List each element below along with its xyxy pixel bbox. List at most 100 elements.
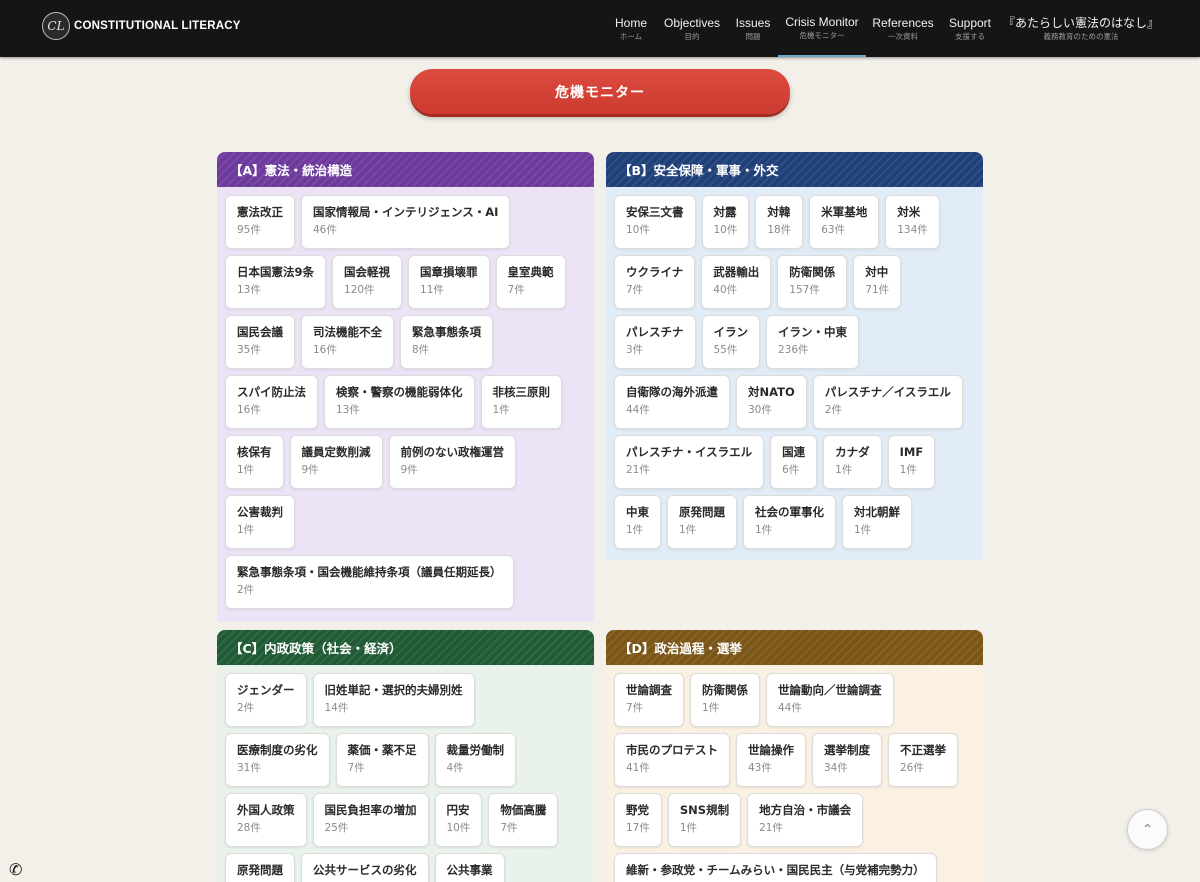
topic-tag[interactable]: 武器輸出 40件: [701, 255, 772, 309]
topic-tag[interactable]: 物価高騰 7件: [488, 793, 559, 847]
topic-tag[interactable]: 安保三文書 10件: [614, 195, 696, 249]
topic-tag[interactable]: 世論動向／世論調査 44件: [766, 673, 894, 727]
topic-tag-label: 円安: [446, 803, 470, 817]
topic-tag[interactable]: 国民会議 35件: [225, 315, 295, 369]
crisis-monitor-button[interactable]: 危機モニター: [410, 69, 790, 114]
topic-tag[interactable]: 緊急事態条項・国会機能維持条項（議員任期延長） 2件: [225, 555, 514, 609]
panel-c-title: 【C】内政政策（社会・経済）: [217, 630, 594, 665]
topic-tag[interactable]: 野党 17件: [614, 793, 662, 847]
topic-tag-label: ジェンダー: [237, 683, 295, 697]
nav-issues[interactable]: Issues 問題: [733, 0, 773, 57]
topic-tag[interactable]: 原発問題: [225, 853, 295, 882]
topic-tag[interactable]: 旧姓単記・選択的夫婦別姓 14件: [312, 673, 475, 727]
topic-tag[interactable]: 皇室典範 7件: [495, 255, 566, 309]
topic-tag[interactable]: パレスチナ／イスラエル 2件: [812, 375, 963, 429]
panel-d-title: 【D】政治過程・選挙: [606, 630, 983, 665]
topic-tag[interactable]: カナダ 1件: [823, 435, 882, 489]
topic-tag[interactable]: 国会軽視 120件: [332, 255, 403, 309]
topic-tag[interactable]: 中東 1件: [614, 495, 661, 549]
topic-tag-count: 236件: [778, 344, 809, 356]
topic-tag[interactable]: 対北朝鮮 1件: [842, 495, 912, 549]
topic-tag-label: 司法機能不全: [313, 325, 382, 339]
topic-tag[interactable]: 対NATO 30件: [736, 375, 807, 429]
topic-tag[interactable]: 防衛関係 157件: [777, 255, 848, 309]
topic-tag-count: 34件: [824, 762, 848, 774]
nav-support[interactable]: Support 支援する: [946, 0, 994, 57]
topic-tag[interactable]: 検察・警察の機能弱体化 13件: [324, 375, 475, 429]
topic-tag-label: 裁量労働制: [446, 743, 505, 757]
topic-tag-count: 63件: [821, 224, 846, 236]
topic-tag[interactable]: 裁量労働制 4件: [434, 733, 516, 787]
nav-label: 『あたらしい憲法のはなし』: [1003, 15, 1160, 30]
topic-tag[interactable]: 国連 6件: [770, 435, 818, 489]
topic-tag[interactable]: 対露 10件: [701, 195, 750, 249]
phone-icon[interactable]: ✆: [9, 860, 22, 879]
topic-tag[interactable]: 憲法改正 95件: [225, 195, 295, 249]
topic-tag-count: 46件: [313, 224, 337, 236]
topic-tag-count: 134件: [897, 224, 928, 236]
topic-tag-label: 原発問題: [237, 863, 283, 877]
topic-tag[interactable]: 公共事業: [434, 853, 505, 882]
topic-tag[interactable]: 市民のプロテスト 41件: [614, 733, 730, 787]
topic-tag[interactable]: 不正選挙 26件: [888, 733, 958, 787]
nav-constitution-story[interactable]: 『あたらしい憲法のはなし』 義務教育のための憲法: [1003, 0, 1159, 57]
topic-tag[interactable]: 国民負担率の増加 25件: [312, 793, 429, 847]
topic-tag[interactable]: 選挙制度 34件: [812, 733, 882, 787]
topic-tag[interactable]: パレスチナ・イスラエル 21件: [614, 435, 765, 489]
topic-tag[interactable]: 非核三原則 1件: [480, 375, 562, 429]
topic-tag[interactable]: IMF 1件: [887, 435, 936, 489]
topic-tag[interactable]: 地方自治・市議会 21件: [747, 793, 864, 847]
topic-tag-label: 緊急事態条項・国会機能維持条項（議員任期延長）: [237, 565, 502, 579]
topic-tag-label: 中東: [626, 505, 649, 519]
topic-tag[interactable]: 前例のない政権運営 9件: [388, 435, 516, 489]
topic-tag[interactable]: 対米 134件: [885, 195, 940, 249]
nav-objectives[interactable]: Objectives 目的: [662, 0, 722, 57]
topic-tag-count: 7件: [500, 822, 518, 834]
nav-home[interactable]: Home ホーム: [613, 0, 649, 57]
topic-tag[interactable]: 核保有 1件: [225, 435, 284, 489]
topic-tag-count: 2件: [237, 702, 255, 714]
topic-tag[interactable]: 医療制度の劣化 31件: [225, 733, 330, 787]
topic-tag[interactable]: 薬価・薬不足 7件: [335, 733, 429, 787]
topic-tag[interactable]: 防衛関係 1件: [690, 673, 760, 727]
topic-tag-count: 1件: [626, 524, 644, 536]
nav-label: Support: [948, 15, 992, 30]
topic-tag[interactable]: 公共サービスの劣化: [301, 853, 429, 882]
topic-tag[interactable]: 世論調査 7件: [614, 673, 684, 727]
topic-tag-label: 医療制度の劣化: [237, 743, 318, 757]
topic-tag[interactable]: SNS規制 1件: [667, 793, 742, 847]
topic-tag[interactable]: 世論操作 43件: [736, 733, 806, 787]
topic-tag[interactable]: 対中 71件: [853, 255, 902, 309]
topic-tag[interactable]: 議員定数削減 9件: [289, 435, 383, 489]
panel-d: 【D】政治過程・選挙 世論調査 7件 防衛関係 1件 世論動向／世論調査 44件 市民のプロ…: [606, 630, 983, 882]
topic-tag[interactable]: 日本国憲法9条 13件: [225, 255, 327, 309]
topic-tag-label: 対韓: [767, 205, 791, 219]
topic-tag[interactable]: イラン 55件: [701, 315, 760, 369]
topic-tag[interactable]: 外国人政策 28件: [225, 793, 307, 847]
topic-tag-count: 41件: [626, 762, 650, 774]
chevron-up-icon[interactable]: ⌃: [1127, 809, 1168, 850]
topic-tag[interactable]: 米軍基地 63件: [809, 195, 880, 249]
topic-tag-count: 21件: [626, 464, 650, 476]
topic-tag[interactable]: 維新・参政党・チームみらい・国民民主（与党補完勢力）: [614, 853, 937, 882]
topic-tag[interactable]: 公害裁判 1件: [225, 495, 295, 549]
nav-crisis-monitor[interactable]: Crisis Monitor 危機モニター: [778, 0, 866, 57]
topic-tag[interactable]: 司法機能不全 16件: [301, 315, 394, 369]
topic-tag-label: 自衛隊の海外派遣: [626, 385, 718, 399]
topic-tag[interactable]: ウクライナ 7件: [614, 255, 696, 309]
topic-tag[interactable]: パレスチナ 3件: [614, 315, 696, 369]
topic-tag[interactable]: 緊急事態条項 8件: [400, 315, 493, 369]
topic-tag[interactable]: ジェンダー 2件: [225, 673, 307, 727]
topic-tag[interactable]: 原発問題 1件: [667, 495, 737, 549]
topic-tag[interactable]: 国章損壊罪 11件: [408, 255, 490, 309]
topic-tag[interactable]: 国家情報局・インテリジェンス・AI 46件: [301, 195, 511, 249]
topic-tag[interactable]: 社会の軍事化 1件: [743, 495, 836, 549]
topic-tag-count: 1件: [237, 464, 255, 476]
topic-tag[interactable]: 対韓 18件: [755, 195, 804, 249]
nav-references[interactable]: References 一次資料: [872, 0, 934, 57]
topic-tag[interactable]: 円安 10件: [434, 793, 483, 847]
topic-tag-label: 防衛関係: [789, 265, 836, 279]
topic-tag[interactable]: イラン・中東 236件: [766, 315, 859, 369]
topic-tag[interactable]: スパイ防止法 16件: [225, 375, 318, 429]
topic-tag[interactable]: 自衛隊の海外派遣 44件: [614, 375, 730, 429]
